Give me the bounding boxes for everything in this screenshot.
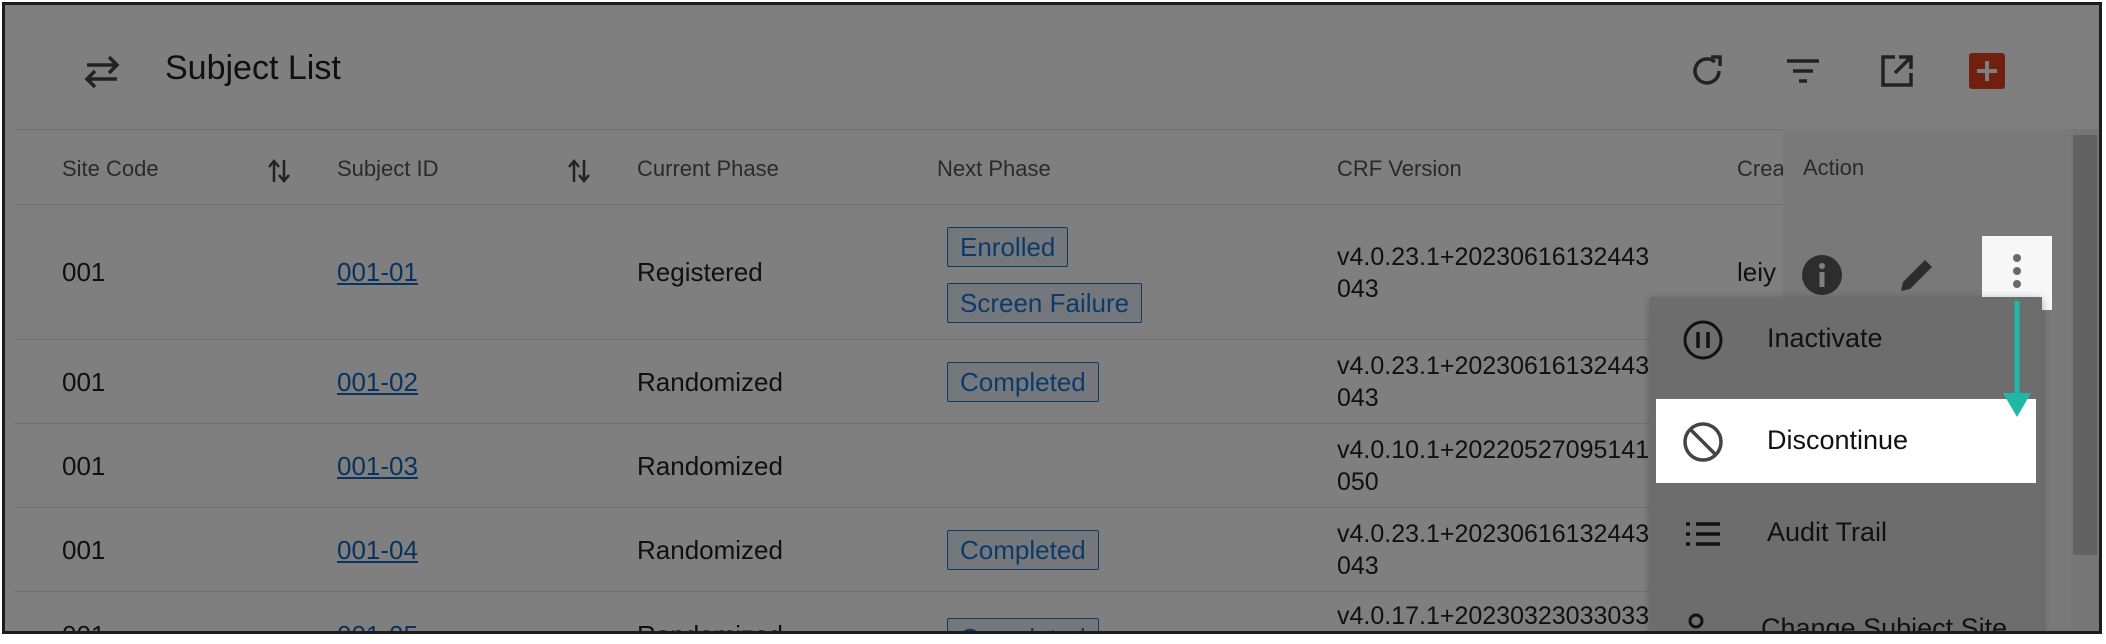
block-icon xyxy=(1683,422,1723,462)
menu-item-label: Change Subject Site xyxy=(1761,613,2008,634)
pause-circle-icon xyxy=(1683,320,1723,360)
menu-item-label: Discontinue xyxy=(1767,425,1909,455)
menu-item-audit-trail[interactable]: Audit Trail xyxy=(1650,491,2042,575)
menu-item-discontinue[interactable]: Discontinue xyxy=(1656,399,2036,483)
menu-item-change-subject-site[interactable]: Change Subject Site xyxy=(1650,587,2042,634)
menu-item-inactivate[interactable]: Inactivate xyxy=(1650,297,2042,381)
person-swap-icon xyxy=(1688,613,1704,629)
window-frame: Subject List Site Code Subject ID xyxy=(2,2,2102,634)
menu-item-label: Audit Trail xyxy=(1767,517,1888,547)
action-menu: Inactivate Discontinue Audit Trail Chang… xyxy=(1650,297,2042,634)
menu-item-label: Inactivate xyxy=(1767,323,1883,353)
list-icon xyxy=(1686,522,1720,546)
